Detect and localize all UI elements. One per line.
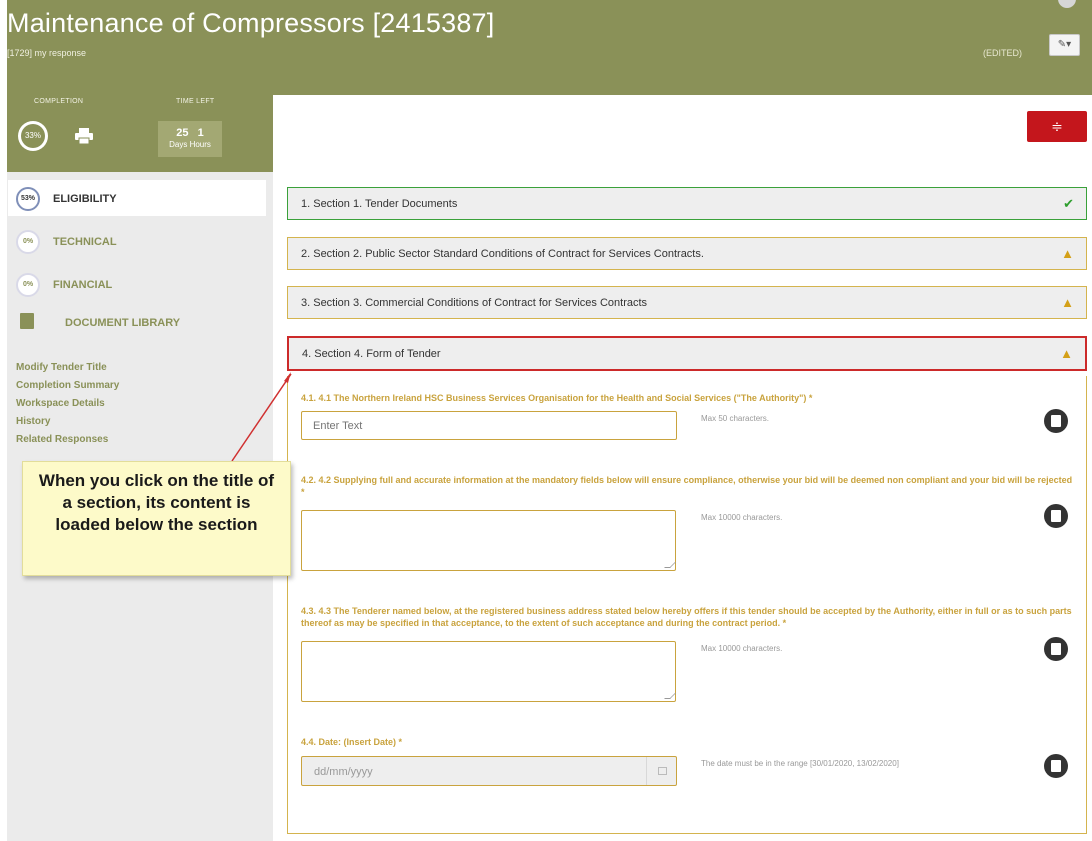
days-value: 25 [176, 127, 189, 139]
callout-note: When you click on the title of a section… [22, 461, 291, 576]
book-icon [20, 313, 34, 329]
section-title: 1. Section 1. Tender Documents [301, 198, 458, 210]
link-modify-tender-title[interactable]: Modify Tender Title [16, 359, 119, 377]
section-2-header[interactable]: 2. Section 2. Public Sector Standard Con… [287, 237, 1087, 270]
max-chars-hint: Max 10000 characters. [701, 644, 783, 653]
technical-progress-ring: 0% [16, 230, 40, 254]
section-title: 4. Section 4. Form of Tender [302, 348, 441, 360]
document-icon[interactable] [1044, 409, 1068, 433]
warning-icon: ▲ [1061, 295, 1074, 310]
nav-item-label: TECHNICAL [53, 236, 117, 248]
section-4-header[interactable]: 4. Section 4. Form of Tender ▲ [287, 336, 1087, 371]
date-placeholder: dd/mm/yyyy [314, 766, 373, 778]
document-icon[interactable] [1044, 754, 1068, 778]
edit-dropdown-icon: ✎▾ [1057, 39, 1072, 50]
eligibility-progress-ring: 53% [16, 187, 40, 211]
link-completion-summary[interactable]: Completion Summary [16, 377, 119, 395]
hours-unit: Hours [189, 140, 211, 149]
time-left-box: 25 1 Days Hours [158, 121, 222, 157]
completion-label: COMPLETION [34, 98, 84, 105]
resize-handle[interactable] [664, 693, 676, 699]
authority-name-input[interactable] [301, 411, 677, 440]
nav-item-label: ELIGIBILITY [53, 193, 117, 205]
nav-item-label: DOCUMENT LIBRARY [65, 317, 181, 329]
question-4-1-label: 4.1. 4.1 The Northern Ireland HSC Busine… [301, 393, 813, 403]
response-subtitle: [1729] my response [7, 48, 87, 58]
calendar-icon [658, 767, 667, 775]
question-4-4-label: 4.4. Date: (Insert Date) * [301, 737, 403, 747]
check-icon: ✔ [1063, 196, 1074, 211]
time-left-label: TIME LEFT [176, 98, 215, 105]
link-related-responses[interactable]: Related Responses [16, 431, 119, 449]
max-chars-hint: Max 10000 characters. [701, 513, 783, 522]
calendar-button[interactable] [646, 757, 676, 785]
nav-item-technical[interactable]: 0% TECHNICAL [8, 223, 266, 259]
completion-ring: 33% [18, 121, 48, 151]
link-workspace-details[interactable]: Workspace Details [16, 395, 119, 413]
hours-value: 1 [197, 127, 204, 139]
edit-dropdown-button[interactable]: ✎▾ [1049, 34, 1080, 56]
days-unit: Days [169, 140, 188, 149]
tenderer-offer-textarea[interactable] [301, 641, 676, 702]
nav-item-document-library[interactable]: DOCUMENT LIBRARY [8, 304, 266, 340]
edited-status: (EDITED) [983, 48, 1022, 58]
sliders-icon: ≑ [1051, 118, 1063, 134]
warning-icon: ▲ [1060, 346, 1073, 361]
section-3-header[interactable]: 3. Section 3. Commercial Conditions of C… [287, 286, 1087, 319]
completion-value: 33% [21, 124, 45, 148]
nav-item-eligibility[interactable]: 53% ELIGIBILITY [8, 180, 266, 216]
date-input[interactable]: dd/mm/yyyy [301, 756, 677, 786]
date-range-hint: The date must be in the range [30/01/202… [701, 759, 899, 768]
sidebar-links: Modify Tender Title Completion Summary W… [16, 359, 119, 449]
print-icon[interactable] [75, 128, 93, 144]
page-title: Maintenance of Compressors [2415387] [7, 8, 495, 38]
question-4-2-label: 4.2. 4.2 Supplying full and accurate inf… [301, 475, 1073, 497]
link-history[interactable]: History [16, 413, 119, 431]
max-chars-hint: Max 50 characters. [701, 414, 770, 423]
document-icon[interactable] [1044, 637, 1068, 661]
warning-icon: ▲ [1061, 246, 1074, 261]
header-bar: Maintenance of Compressors [2415387] [17… [7, 0, 1092, 95]
document-icon[interactable] [1044, 504, 1068, 528]
resize-handle[interactable] [664, 562, 676, 568]
nav-item-label: FINANCIAL [53, 279, 113, 291]
section-title: 2. Section 2. Public Sector Standard Con… [301, 248, 704, 260]
section-title: 3. Section 3. Commercial Conditions of C… [301, 297, 648, 309]
nav-item-financial[interactable]: 0% FINANCIAL [8, 266, 266, 302]
financial-progress-ring: 0% [16, 273, 40, 297]
compliance-textarea[interactable] [301, 510, 676, 571]
question-4-3-label: 4.3. 4.3 The Tenderer named below, at th… [301, 606, 1072, 628]
section-1-header[interactable]: 1. Section 1. Tender Documents ✔ [287, 187, 1087, 220]
filter-button[interactable]: ≑ [1027, 111, 1087, 142]
